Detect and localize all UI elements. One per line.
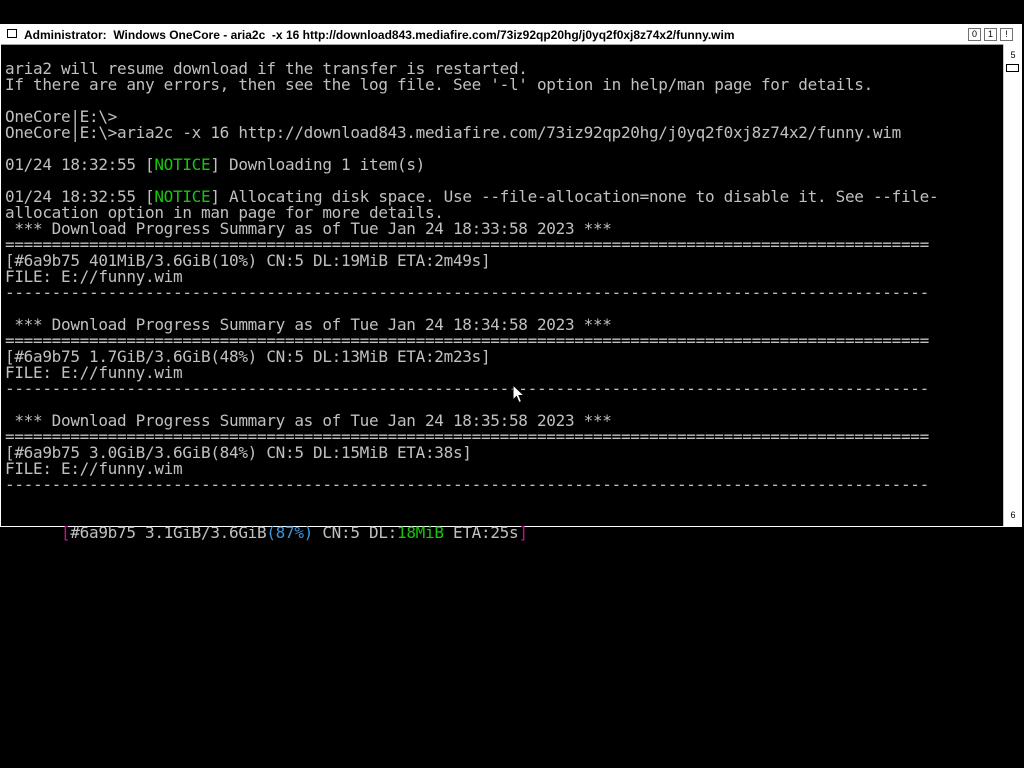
notice-tag: NOTICE xyxy=(154,155,211,174)
log-timestamp: 01/24 18:32:55 [ xyxy=(5,155,155,174)
title-bar[interactable]: Administrator: Windows OneCore - aria2c … xyxy=(1,25,1021,45)
close-button[interactable]: ! xyxy=(1000,28,1013,41)
console-line: OneCore|E:\>aria2c -x 16 http://download… xyxy=(5,123,901,142)
console-window[interactable]: Administrator: Windows OneCore - aria2c … xyxy=(0,24,1022,541)
status-speed: 18MiB xyxy=(397,523,444,542)
console-line: ----------------------------------------… xyxy=(5,379,929,398)
vertical-scrollbar[interactable]: 5 6 xyxy=(1003,44,1021,526)
console-line: If there are any errors, then see the lo… xyxy=(5,75,873,94)
scroll-up-button[interactable]: 5 xyxy=(1006,48,1020,62)
status-line: [#6a9b75 3.1GiB/3.6GiB(87%) CN:5 DL:18Mi… xyxy=(5,509,1005,541)
minimize-button[interactable]: 0 xyxy=(968,28,981,41)
status-progress: #6a9b75 3.1GiB/3.6GiB xyxy=(70,523,267,542)
console-line: 01/24 18:32:55 [NOTICE] Downloading 1 it… xyxy=(5,157,1005,173)
console-line: ----------------------------------------… xyxy=(5,283,929,302)
console-output[interactable]: aria2 will resume download if the transf… xyxy=(5,61,1005,547)
status-close-bracket: ] xyxy=(518,523,528,542)
status-percent: (87%) xyxy=(266,523,314,542)
status-connections: CN:5 DL: xyxy=(313,523,398,542)
console-window-icon[interactable] xyxy=(7,29,17,38)
maximize-button[interactable]: 1 xyxy=(984,28,997,41)
mouse-pointer-icon xyxy=(512,384,526,404)
scroll-thumb[interactable] xyxy=(1006,64,1019,72)
log-message: ] Downloading 1 item(s) xyxy=(210,155,425,174)
status-open-bracket: [ xyxy=(61,523,71,542)
status-eta: ETA:25s xyxy=(443,523,519,542)
scroll-down-button[interactable]: 6 xyxy=(1006,508,1020,522)
console-line: ----------------------------------------… xyxy=(5,475,929,494)
window-title: Administrator: Windows OneCore - aria2c … xyxy=(24,28,735,42)
